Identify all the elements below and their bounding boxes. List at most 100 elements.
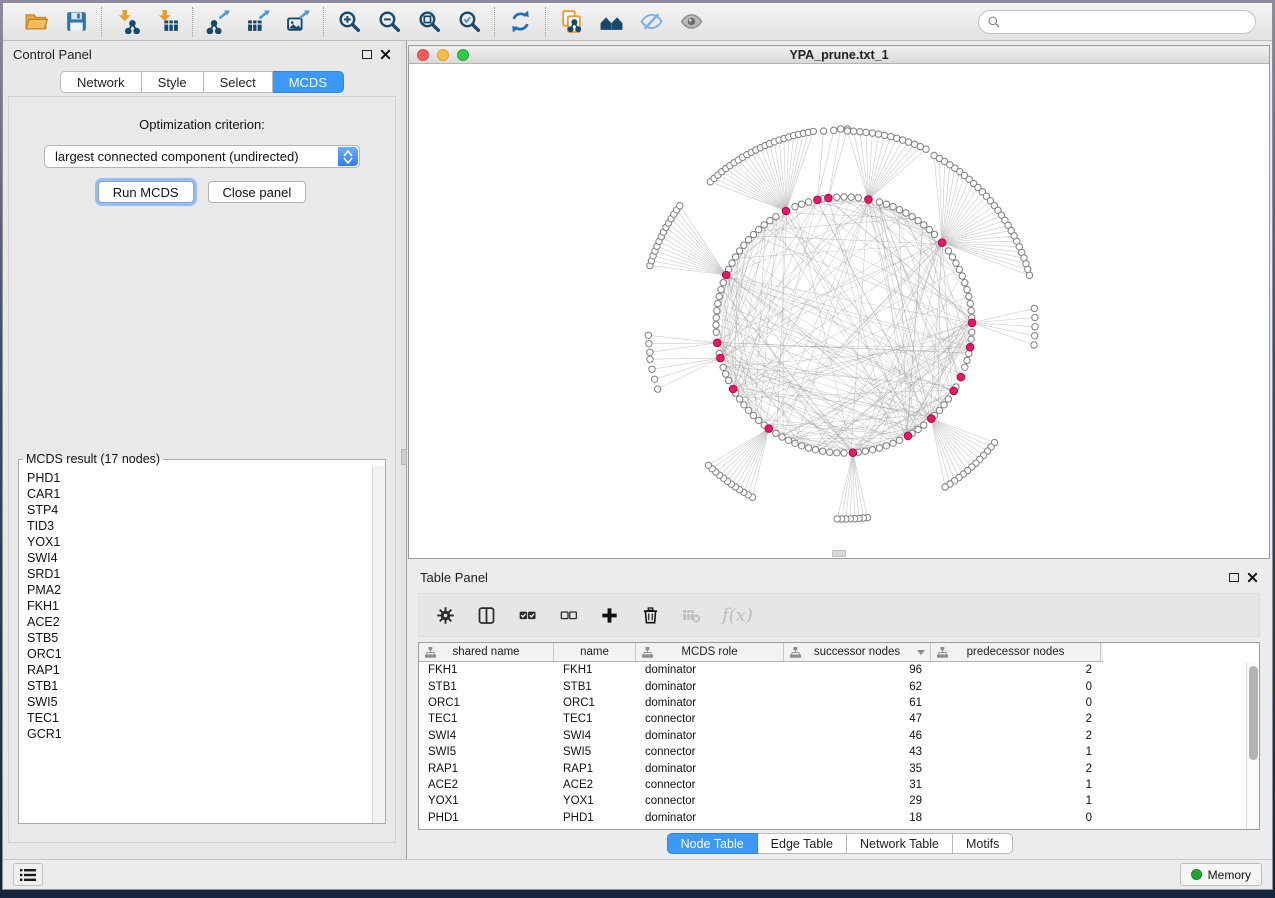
close-panel-icon[interactable] xyxy=(380,49,391,60)
table-row[interactable]: STB1STB1dominator620 xyxy=(419,678,1246,694)
hide-selected-icon[interactable] xyxy=(638,9,664,35)
table-row[interactable]: SWI5SWI5connector431 xyxy=(419,744,1246,760)
zoom-selected-icon[interactable] xyxy=(456,9,482,35)
panel-splitter[interactable] xyxy=(401,41,407,859)
run-mcds-button[interactable]: Run MCDS xyxy=(98,181,194,203)
window-maximize-icon[interactable] xyxy=(457,49,469,61)
tab-select[interactable]: Select xyxy=(204,71,273,93)
result-item[interactable]: STP4 xyxy=(27,502,371,518)
result-item[interactable]: TEC1 xyxy=(27,710,371,726)
first-neighbors-icon[interactable] xyxy=(598,9,624,35)
result-item[interactable]: RAP1 xyxy=(27,662,371,678)
table-scrollbar-thumb[interactable] xyxy=(1249,666,1258,760)
import-table-icon[interactable] xyxy=(154,9,180,35)
tab-mcds[interactable]: MCDS xyxy=(273,71,344,93)
result-item[interactable]: STB1 xyxy=(27,678,371,694)
tab-network-table[interactable]: Network Table xyxy=(847,833,953,854)
cell: dominator xyxy=(636,664,784,676)
optimization-criterion-label: Optimization criterion: xyxy=(9,117,395,132)
search-box[interactable] xyxy=(978,10,1256,34)
mcds-result-list[interactable]: PHD1CAR1STP4TID3YOX1SWI4SRD1PMA2FKH1ACE2… xyxy=(20,468,371,822)
sort-desc-icon xyxy=(917,650,925,655)
cell: 0 xyxy=(931,697,1101,709)
export-network-icon[interactable] xyxy=(205,9,231,35)
network-canvas[interactable] xyxy=(409,64,1269,558)
panel-splitter-handle[interactable] xyxy=(401,449,407,465)
tab-motifs[interactable]: Motifs xyxy=(953,833,1013,854)
result-item[interactable]: PMA2 xyxy=(27,582,371,598)
table-row[interactable]: YOX1YOX1connector291 xyxy=(419,793,1246,809)
result-item[interactable]: FKH1 xyxy=(27,598,371,614)
result-item[interactable]: CAR1 xyxy=(27,486,371,502)
cell: SWI4 xyxy=(419,730,554,742)
table-row[interactable]: RAP1RAP1dominator352 xyxy=(419,760,1246,776)
table-scrollbar[interactable] xyxy=(1246,662,1259,829)
network-window-titlebar[interactable]: YPA_prune.txt_1 xyxy=(409,46,1269,64)
tab-edge-table[interactable]: Edge Table xyxy=(758,833,847,854)
cell: dominator xyxy=(636,697,784,709)
deselect-all-icon[interactable] xyxy=(558,605,579,626)
memory-button[interactable]: Memory xyxy=(1180,863,1262,886)
result-item[interactable]: TID3 xyxy=(27,518,371,534)
result-item[interactable]: SRD1 xyxy=(27,566,371,582)
import-network-icon[interactable] xyxy=(114,9,140,35)
table-row[interactable]: SWI4SWI4dominator462 xyxy=(419,728,1246,744)
tab-node-table[interactable]: Node Table xyxy=(667,833,758,854)
refresh-icon[interactable] xyxy=(507,9,533,35)
network-graph[interactable] xyxy=(409,64,1269,558)
result-item[interactable]: ACE2 xyxy=(27,614,371,630)
search-icon xyxy=(987,15,1001,29)
open-file-icon[interactable] xyxy=(23,9,49,35)
float-panel-icon[interactable] xyxy=(362,50,372,59)
cell: dominator xyxy=(636,812,784,824)
tab-style[interactable]: Style xyxy=(142,71,204,93)
column-header-predecessor-nodes[interactable]: predecessor nodes xyxy=(931,643,1101,661)
add-row-icon[interactable] xyxy=(599,605,620,626)
result-item[interactable]: SWI5 xyxy=(27,694,371,710)
split-columns-icon[interactable] xyxy=(476,605,497,626)
application-window: Control Panel NetworkStyleSelectMCDS Opt… xyxy=(2,2,1273,890)
result-item[interactable]: STB5 xyxy=(27,630,371,646)
zoom-in-icon[interactable] xyxy=(336,9,362,35)
cell: 31 xyxy=(784,779,931,791)
settings-gear-icon[interactable] xyxy=(435,605,456,626)
result-item[interactable]: SWI4 xyxy=(27,550,371,566)
node-table[interactable]: shared namename MCDS role successor node… xyxy=(418,642,1260,830)
horizontal-splitter-handle[interactable] xyxy=(832,550,846,557)
zoom-fit-icon[interactable] xyxy=(416,9,442,35)
zoom-out-icon[interactable] xyxy=(376,9,402,35)
criterion-dropdown[interactable]: largest connected component (undirected) xyxy=(44,145,360,168)
table-row[interactable]: FKH1FKH1dominator962 xyxy=(419,662,1246,678)
window-minimize-icon[interactable] xyxy=(437,49,449,61)
close-table-panel-icon[interactable] xyxy=(1247,572,1258,583)
column-header-successor-nodes[interactable]: successor nodes xyxy=(784,643,931,661)
result-item[interactable]: GCR1 xyxy=(27,726,371,742)
close-panel-button[interactable]: Close panel xyxy=(208,181,307,203)
export-table-icon[interactable] xyxy=(245,9,271,35)
mcds-list-scrollbar[interactable] xyxy=(372,466,385,823)
cell: connector xyxy=(636,779,784,791)
column-header-MCDS-role[interactable]: MCDS role xyxy=(636,643,784,661)
table-row[interactable]: TEC1TEC1connector472 xyxy=(419,711,1246,727)
result-item[interactable]: ORC1 xyxy=(27,646,371,662)
column-header-name[interactable]: name xyxy=(554,643,636,661)
tab-network[interactable]: Network xyxy=(60,71,142,93)
result-item[interactable]: YOX1 xyxy=(27,534,371,550)
table-row[interactable]: ORC1ORC1dominator610 xyxy=(419,695,1246,711)
clone-network-icon[interactable] xyxy=(558,9,584,35)
float-table-panel-icon[interactable] xyxy=(1229,573,1239,582)
save-session-icon[interactable] xyxy=(63,9,89,35)
show-all-icon[interactable] xyxy=(678,9,704,35)
delete-row-icon[interactable] xyxy=(640,605,661,626)
task-history-button[interactable] xyxy=(13,863,43,886)
column-header-shared-name[interactable]: shared name xyxy=(419,643,554,661)
window-close-icon[interactable] xyxy=(417,49,429,61)
select-all-icon[interactable] xyxy=(517,605,538,626)
search-input[interactable] xyxy=(1007,15,1247,29)
table-row[interactable]: ACE2ACE2connector311 xyxy=(419,777,1246,793)
export-image-icon[interactable] xyxy=(285,9,311,35)
result-item[interactable]: PHD1 xyxy=(27,470,371,486)
table-row[interactable]: PHD1PHD1dominator180 xyxy=(419,810,1246,826)
control-panel-title: Control Panel xyxy=(13,47,92,62)
function-builder-icon: f(x) xyxy=(722,605,753,626)
